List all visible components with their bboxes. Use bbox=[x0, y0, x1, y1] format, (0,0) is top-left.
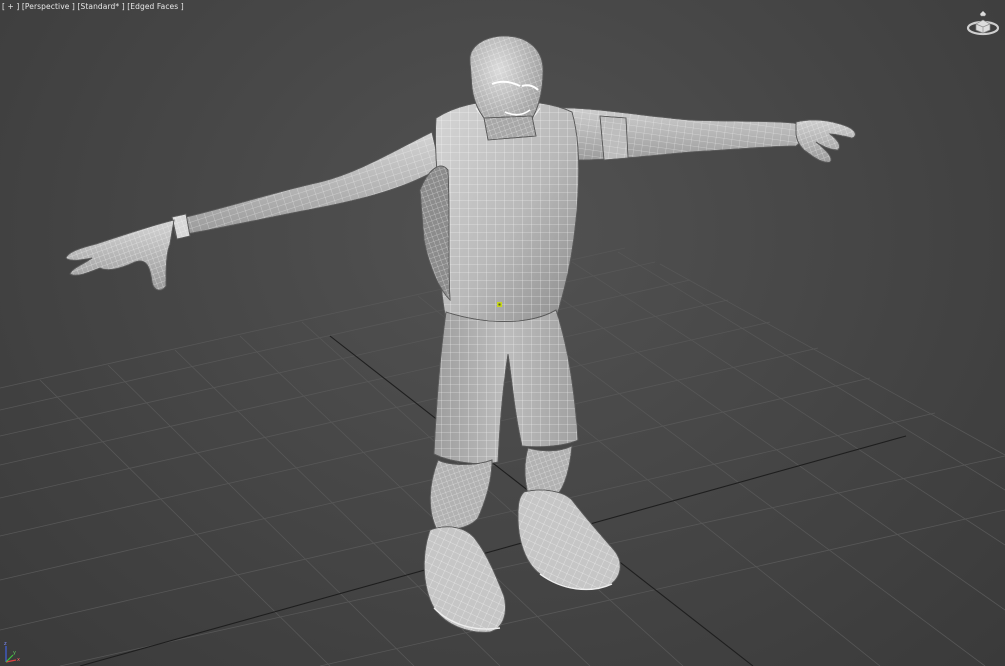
left-shoe-mesh[interactable] bbox=[423, 526, 506, 633]
left-arm-mesh[interactable] bbox=[65, 131, 441, 291]
left-leg-mesh[interactable] bbox=[429, 459, 493, 530]
right-shoe-mesh[interactable] bbox=[517, 489, 621, 591]
right-arm-mesh[interactable] bbox=[543, 107, 856, 163]
pivot-gizmo[interactable] bbox=[497, 302, 502, 307]
shorts-mesh[interactable] bbox=[433, 309, 579, 464]
viewport-label-menu[interactable]: [ + ] [Perspective ] [Standard* ] [Edged… bbox=[2, 2, 184, 11]
viewport-point-of-view-menu[interactable]: [Perspective ] bbox=[22, 2, 75, 11]
viewport-shading-menu[interactable]: [Standard* ] bbox=[77, 2, 124, 11]
perspective-viewport[interactable]: [ + ] [Perspective ] [Standard* ] [Edged… bbox=[0, 0, 1005, 666]
svg-text:y: y bbox=[13, 650, 16, 656]
viewport-display-mode-menu[interactable]: [Edged Faces ] bbox=[127, 2, 184, 11]
viewport-general-menu[interactable]: [ + ] bbox=[2, 2, 19, 11]
svg-text:z: z bbox=[4, 641, 7, 647]
xyz-axis-tripod-icon: z x y bbox=[4, 641, 20, 663]
svg-text:x: x bbox=[17, 657, 20, 663]
scene-canvas[interactable] bbox=[0, 0, 1005, 666]
character-mesh[interactable] bbox=[65, 35, 856, 633]
viewcube-home-icon[interactable] bbox=[966, 10, 1000, 36]
